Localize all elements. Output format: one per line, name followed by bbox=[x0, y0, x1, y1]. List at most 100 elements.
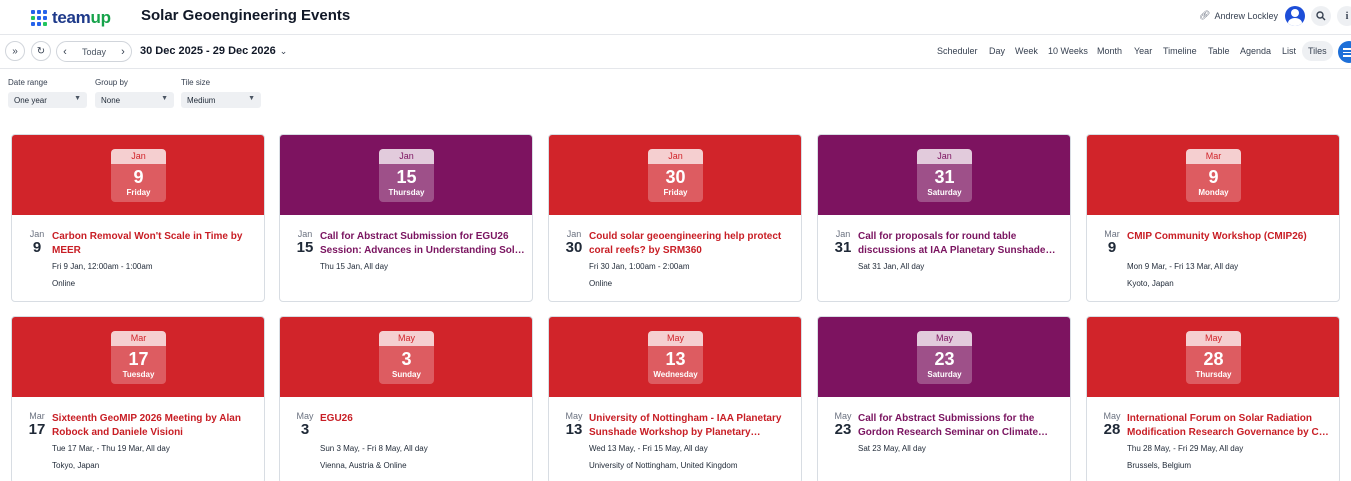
event-title[interactable]: EGU26 bbox=[320, 412, 526, 426]
side-month: Mar bbox=[1104, 229, 1120, 239]
tile-header: Jan 31 Saturday bbox=[818, 135, 1070, 215]
badge-month: Jan bbox=[917, 149, 972, 164]
tile-header: May 23 Saturday bbox=[818, 317, 1070, 397]
event-tile[interactable]: Jan 31 Saturday Jan 31 Call for proposals for… bbox=[817, 134, 1071, 302]
event-tile[interactable]: Jan 30 Friday Jan 30 Could solar geoengineeri… bbox=[548, 134, 802, 302]
tile-header: Mar 9 Monday bbox=[1087, 135, 1339, 215]
link-icon: 🔗︎ bbox=[1199, 10, 1211, 20]
side-month: Mar bbox=[29, 411, 45, 421]
info-icon: i bbox=[1345, 10, 1349, 22]
side-month: May bbox=[296, 411, 314, 421]
badge-weekday: Saturday bbox=[927, 188, 962, 197]
event-title[interactable]: Call for proposals for round table discu… bbox=[858, 230, 1064, 258]
event-tile[interactable]: May 28 Thursday May 28 International Forum on… bbox=[1086, 316, 1340, 481]
badge-month: May bbox=[648, 331, 703, 346]
badge-month: May bbox=[379, 331, 434, 346]
event-title[interactable]: Call for Abstract Submission for EGU26 S… bbox=[320, 230, 526, 258]
badge-weekday: Friday bbox=[126, 188, 151, 197]
tile-header: Mar 17 Tuesday bbox=[12, 317, 264, 397]
view-list[interactable]: List bbox=[1282, 46, 1296, 56]
info-button[interactable]: i bbox=[1337, 6, 1351, 26]
top-header: teamup Solar Geoengineering Events 🔗︎ An… bbox=[0, 0, 1351, 35]
badge-weekday: Saturday bbox=[927, 370, 962, 379]
event-time: Sat 23 May, All day bbox=[858, 444, 926, 453]
side-day: 9 bbox=[1107, 239, 1117, 256]
chevron-down-icon: ▼ bbox=[74, 95, 81, 102]
badge-day: 3 bbox=[401, 349, 412, 369]
badge-month: Mar bbox=[111, 331, 166, 346]
tile-header: May 13 Wednesday bbox=[549, 317, 801, 397]
badge-weekday: Tuesday bbox=[122, 370, 155, 379]
badge-weekday: Sunday bbox=[392, 370, 421, 379]
event-title[interactable]: Could solar geoengineering help protect … bbox=[589, 230, 795, 258]
chevron-down-icon: ▼ bbox=[248, 95, 255, 102]
logo-grid-icon bbox=[31, 10, 47, 26]
side-day: 9 bbox=[32, 239, 42, 256]
tile-size-label: Tile size bbox=[181, 78, 211, 87]
view-table[interactable]: Table bbox=[1208, 46, 1230, 56]
teamup-logo[interactable]: teamup bbox=[31, 8, 111, 28]
view-toolbar: » ↻ ‹ Today › 30 Dec 2025 - 29 Dec 2026 ⌄… bbox=[0, 35, 1351, 69]
event-tile[interactable]: May 13 Wednesday May 13 University of Notting… bbox=[548, 316, 802, 481]
event-title[interactable]: University of Nottingham - IAA Planetary… bbox=[589, 412, 795, 440]
menu-button[interactable] bbox=[1338, 41, 1351, 63]
user-link[interactable]: 🔗︎ Andrew Lockley bbox=[1199, 10, 1278, 21]
event-tile[interactable]: Jan 9 Friday Jan 9 Carbon Removal Won't Scale… bbox=[11, 134, 265, 302]
event-location: University of Nottingham, United Kingdom bbox=[589, 461, 738, 470]
tile-header: May 3 Sunday bbox=[280, 317, 532, 397]
user-avatar-icon[interactable] bbox=[1285, 6, 1305, 26]
side-day: 3 bbox=[300, 421, 310, 438]
search-icon bbox=[1316, 11, 1326, 21]
event-location: Brussels, Belgium bbox=[1127, 461, 1192, 470]
side-month: May bbox=[834, 411, 852, 421]
side-month: Jan bbox=[566, 229, 582, 239]
event-title[interactable]: Carbon Removal Won't Scale in Time by ME… bbox=[52, 230, 258, 258]
tile-size-select[interactable]: Medium ▼ bbox=[181, 92, 261, 108]
badge-day: 9 bbox=[1208, 167, 1219, 187]
side-day: 28 bbox=[1103, 421, 1121, 438]
badge-day: 23 bbox=[934, 349, 955, 369]
event-location: Tokyo, Japan bbox=[52, 461, 100, 470]
date-range-value: One year bbox=[14, 96, 47, 105]
event-tile[interactable]: Mar 9 Monday Mar 9 CMIP Community Workshop (C… bbox=[1086, 134, 1340, 302]
view-agenda[interactable]: Agenda bbox=[1240, 46, 1271, 56]
event-title[interactable]: Sixteenth GeoMIP 2026 Meeting by Alan Ro… bbox=[52, 412, 258, 440]
badge-day: 30 bbox=[665, 167, 686, 187]
side-day: 23 bbox=[834, 421, 852, 438]
tile-header: Jan 15 Thursday bbox=[280, 135, 532, 215]
view-scheduler[interactable]: Scheduler bbox=[937, 46, 978, 56]
view-month[interactable]: Month bbox=[1097, 46, 1122, 56]
date-range-select[interactable]: One year ▼ bbox=[8, 92, 87, 108]
group-by-value: None bbox=[101, 96, 121, 105]
view-week[interactable]: Week bbox=[1015, 46, 1038, 56]
view-switcher: Scheduler Day Week 10 Weeks Month Year T… bbox=[0, 41, 1351, 61]
view-timeline[interactable]: Timeline bbox=[1163, 46, 1197, 56]
view-tiles[interactable]: Tiles bbox=[1302, 41, 1333, 61]
search-button[interactable] bbox=[1311, 6, 1331, 26]
event-tile[interactable]: May 3 Sunday May 3 EGU26 Sun 3 May, - Fri 8 Ma… bbox=[279, 316, 533, 481]
event-tile[interactable]: May 23 Saturday May 23 Call for Abstract Subm… bbox=[817, 316, 1071, 481]
view-day[interactable]: Day bbox=[989, 46, 1005, 56]
date-badge: Jan 31 Saturday bbox=[917, 149, 972, 202]
side-day: 15 bbox=[296, 239, 314, 256]
event-title[interactable]: International Forum on Solar Radiation M… bbox=[1127, 412, 1333, 440]
date-badge: May 23 Saturday bbox=[917, 331, 972, 384]
group-by-label: Group by bbox=[95, 78, 128, 87]
group-by-select[interactable]: None ▼ bbox=[95, 92, 174, 108]
event-title[interactable]: Call for Abstract Submissions for the Go… bbox=[858, 412, 1064, 440]
date-badge: May 3 Sunday bbox=[379, 331, 434, 384]
event-tile[interactable]: Mar 17 Tuesday Mar 17 Sixteenth GeoMIP 2026 M… bbox=[11, 316, 265, 481]
badge-month: May bbox=[1186, 331, 1241, 346]
side-month: May bbox=[1103, 411, 1121, 421]
badge-day: 9 bbox=[133, 167, 144, 187]
badge-weekday: Thursday bbox=[388, 188, 425, 197]
view-year[interactable]: Year bbox=[1134, 46, 1152, 56]
badge-day: 13 bbox=[665, 349, 686, 369]
event-title[interactable]: CMIP Community Workshop (CMIP26) bbox=[1127, 230, 1333, 244]
view-10-weeks[interactable]: 10 Weeks bbox=[1048, 46, 1088, 56]
event-location: Vienna, Austria & Online bbox=[320, 461, 407, 470]
badge-weekday: Monday bbox=[1198, 188, 1229, 197]
badge-month: Jan bbox=[648, 149, 703, 164]
side-day: 31 bbox=[834, 239, 852, 256]
event-tile[interactable]: Jan 15 Thursday Jan 15 Call for Abstract Subm… bbox=[279, 134, 533, 302]
